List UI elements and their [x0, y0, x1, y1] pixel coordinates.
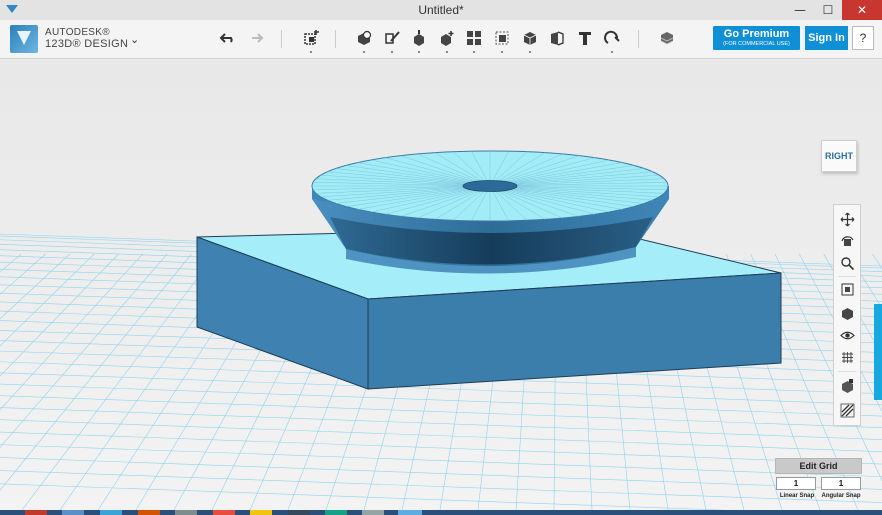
perspective-button[interactable]: [837, 400, 857, 420]
grouping-icon: [495, 31, 509, 45]
combine-icon: [523, 32, 537, 45]
fit-icon: [841, 283, 853, 295]
main-toolbar: AUTODESK® 123D® DESIGN ⌄ Go Premium (FOR…: [0, 20, 882, 59]
edit-grid-button[interactable]: Edit Grid: [775, 458, 862, 474]
toolbar-separator: [335, 30, 336, 48]
pan-icon: [840, 212, 854, 226]
linear-snap-input[interactable]: 1: [776, 477, 816, 490]
grid-button[interactable]: [837, 347, 857, 367]
view-mode-icon: [841, 307, 853, 320]
pattern-icon: [467, 31, 481, 45]
brand-autodesk: AUTODESK®: [45, 27, 110, 38]
taskbar-app-icon[interactable]: [25, 510, 47, 515]
brand-product: 123D® DESIGN: [45, 38, 129, 50]
disk-part[interactable]: [311, 150, 669, 274]
zoom-button[interactable]: [837, 253, 857, 273]
taskbar-app-icon[interactable]: [175, 510, 197, 515]
os-taskbar: [0, 510, 882, 515]
transform-button[interactable]: [300, 27, 322, 53]
materials-display-button[interactable]: [837, 375, 857, 395]
primitives-icon: [358, 30, 372, 45]
materials-display-icon: [841, 378, 853, 393]
primitives-button[interactable]: [353, 27, 375, 53]
visibility-button[interactable]: [837, 325, 857, 345]
perspective-icon: [840, 403, 854, 417]
zoom-icon: [840, 256, 854, 270]
toolbar-separator: [638, 30, 639, 48]
construct-button[interactable]: [408, 27, 430, 53]
nav-separator: [838, 276, 856, 277]
undo-button[interactable]: [217, 27, 239, 49]
nav-separator: [838, 371, 856, 372]
redo-icon: [252, 33, 264, 43]
pan-button[interactable]: [837, 209, 857, 229]
angular-snap-label: Angular Snap: [821, 493, 861, 499]
undo-icon: [219, 33, 233, 43]
view-cube[interactable]: RIGHT: [817, 134, 857, 172]
scene-canvas[interactable]: [0, 59, 882, 510]
taskbar-app-icon[interactable]: [250, 510, 272, 515]
orbit-button[interactable]: [837, 231, 857, 251]
pattern-button[interactable]: [463, 27, 485, 53]
transform-icon: [304, 30, 319, 45]
modify-button[interactable]: [436, 27, 458, 53]
taskbar-app-icon[interactable]: [288, 510, 310, 515]
sketch-icon: [385, 31, 400, 44]
window-title: Untitled*: [418, 3, 464, 17]
go-premium-sublabel: (FOR COMMERCIAL USE): [723, 41, 790, 47]
text-button[interactable]: [574, 27, 596, 49]
go-premium-label: Go Premium: [723, 28, 790, 40]
edit-grid-panel: Edit Grid 1 1 Linear Snap Angular Snap: [775, 458, 862, 508]
app-logo: [10, 25, 38, 53]
taskbar-app-icon[interactable]: [213, 510, 235, 515]
window-controls: — ☐ ✕: [786, 0, 882, 20]
modify-icon: [441, 31, 454, 46]
measure-button[interactable]: [546, 27, 568, 49]
snap-button[interactable]: [601, 27, 623, 53]
text-icon: [579, 32, 591, 45]
taskbar-app-icon[interactable]: [325, 510, 347, 515]
angular-snap-input[interactable]: 1: [821, 477, 861, 490]
redo-button[interactable]: [244, 27, 266, 49]
fit-button[interactable]: [837, 279, 857, 299]
go-premium-button[interactable]: Go Premium (FOR COMMERCIAL USE): [713, 26, 800, 50]
taskbar-app-icon[interactable]: [138, 510, 160, 515]
measure-icon: [551, 31, 564, 46]
material-icon: [660, 32, 674, 45]
toolbar-separator: [281, 30, 282, 48]
3d-viewport[interactable]: RIGHT: [0, 59, 882, 510]
navigation-bar: [833, 204, 861, 426]
minimize-button[interactable]: —: [786, 0, 814, 20]
combine-button[interactable]: [519, 27, 541, 53]
visibility-icon: [839, 331, 855, 339]
construct-icon: [414, 30, 424, 46]
taskbar-app-icon[interactable]: [62, 510, 84, 515]
app-menu-chevron-icon[interactable]: ⌄: [130, 33, 139, 46]
linear-snap-label: Linear Snap: [779, 493, 815, 499]
view-cube-face-right[interactable]: RIGHT: [821, 140, 857, 172]
snap-icon: [604, 30, 620, 44]
sign-in-button[interactable]: Sign In: [805, 26, 848, 50]
material-button[interactable]: [656, 27, 678, 49]
grid-icon: [841, 351, 853, 363]
sketch-button[interactable]: [381, 27, 403, 53]
close-button[interactable]: ✕: [842, 0, 882, 20]
maximize-button[interactable]: ☐: [814, 0, 842, 20]
orbit-icon: [840, 235, 854, 246]
help-button[interactable]: ?: [852, 26, 874, 50]
side-panel-handle[interactable]: [874, 304, 882, 400]
taskbar-app-icon[interactable]: [362, 510, 384, 515]
taskbar-app-icon[interactable]: [100, 510, 122, 515]
title-bar: Untitled* — ☐ ✕: [0, 0, 882, 21]
view-mode-button[interactable]: [837, 303, 857, 323]
taskbar-app-icon[interactable]: [398, 510, 422, 515]
grouping-button[interactable]: [491, 27, 513, 53]
